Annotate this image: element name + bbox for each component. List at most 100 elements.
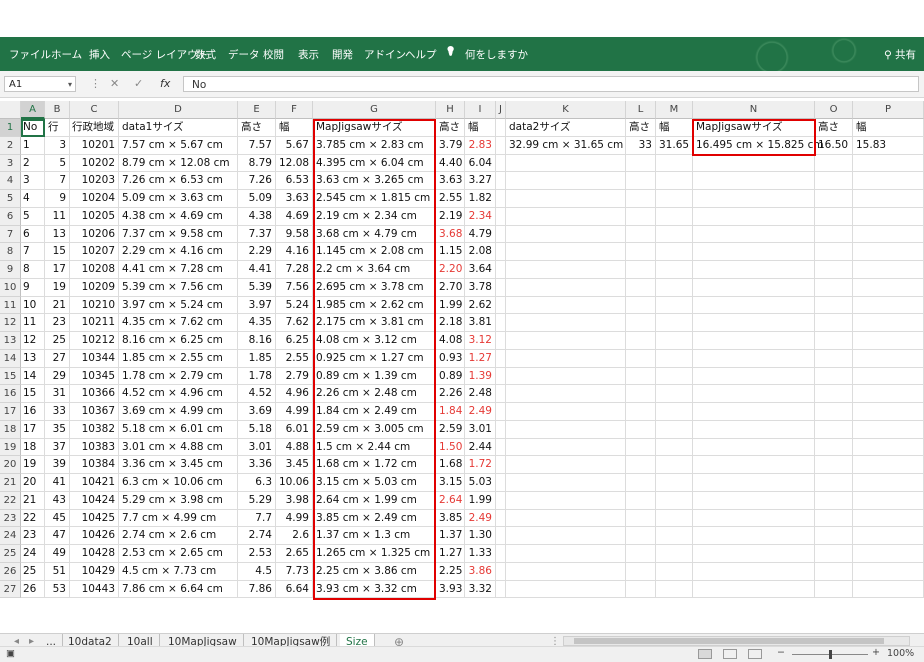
table-cell[interactable]: [626, 349, 656, 368]
table-cell[interactable]: [656, 207, 693, 226]
table-cell[interactable]: 2.53 cm × 2.65 cm: [119, 545, 238, 563]
table-cell[interactable]: 13: [45, 225, 70, 244]
table-cell[interactable]: 8.79 cm × 12.08 cm: [119, 154, 238, 173]
table-cell[interactable]: [693, 190, 815, 208]
table-cell[interactable]: [693, 278, 815, 297]
table-cell[interactable]: 1.985 cm × 2.62 cm: [313, 296, 436, 315]
table-cell[interactable]: 4.38 cm × 4.69 cm: [119, 207, 238, 226]
table-cell[interactable]: 5.03: [465, 474, 496, 492]
row-header[interactable]: 10: [0, 278, 21, 297]
table-cell[interactable]: [853, 314, 924, 332]
table-cell[interactable]: [506, 225, 626, 244]
table-cell[interactable]: 45: [45, 509, 70, 528]
table-cell[interactable]: [656, 385, 693, 403]
table-cell[interactable]: 5.39: [238, 278, 276, 297]
table-cell[interactable]: 25: [45, 332, 70, 350]
table-cell[interactable]: 2.26: [436, 385, 465, 403]
table-cell[interactable]: [693, 154, 815, 173]
table-cell[interactable]: 10204: [70, 190, 119, 208]
table-cell[interactable]: 14: [21, 367, 45, 386]
table-cell[interactable]: 32.99 cm × 31.65 cm: [506, 136, 626, 155]
table-cell[interactable]: 7.7 cm × 4.99 cm: [119, 509, 238, 528]
table-cell[interactable]: 1.39: [465, 367, 496, 386]
row-header[interactable]: 11: [0, 296, 21, 315]
table-cell[interactable]: [656, 367, 693, 386]
table-cell[interactable]: 6.64: [276, 580, 313, 599]
table-cell[interactable]: 2.20: [436, 261, 465, 279]
table-cell[interactable]: 8: [21, 261, 45, 279]
row-header[interactable]: 15: [0, 367, 21, 386]
column-header-D[interactable]: D: [119, 101, 238, 119]
row-header[interactable]: 2: [0, 136, 21, 155]
table-cell[interactable]: 1.82: [465, 190, 496, 208]
table-cell[interactable]: 0.925 cm × 1.27 cm: [313, 349, 436, 368]
table-cell[interactable]: 29: [45, 367, 70, 386]
ribbon-tab-0[interactable]: ファイル: [9, 47, 51, 62]
table-cell[interactable]: [693, 438, 815, 457]
table-cell[interactable]: 2.83: [465, 136, 496, 155]
column-header-L[interactable]: L: [626, 101, 656, 119]
table-cell[interactable]: [656, 580, 693, 599]
table-cell[interactable]: 2.26 cm × 2.48 cm: [313, 385, 436, 403]
table-cell[interactable]: 12: [21, 332, 45, 350]
table-cell[interactable]: 1.265 cm × 1.325 cm: [313, 545, 436, 563]
table-cell[interactable]: [496, 403, 506, 421]
table-cell[interactable]: 7.57: [238, 136, 276, 155]
table-cell[interactable]: 9.58: [276, 225, 313, 244]
table-cell[interactable]: 3.78: [465, 278, 496, 297]
table-cell[interactable]: [496, 190, 506, 208]
header-cell[interactable]: 幅: [276, 119, 313, 137]
macro-record-icon[interactable]: ▣: [6, 648, 15, 659]
table-cell[interactable]: 2.55: [276, 349, 313, 368]
table-cell[interactable]: 2.74: [238, 527, 276, 545]
table-cell[interactable]: 10208: [70, 261, 119, 279]
table-cell[interactable]: [815, 474, 853, 492]
table-cell[interactable]: [693, 403, 815, 421]
table-cell[interactable]: [815, 296, 853, 315]
formula-input[interactable]: No: [183, 76, 919, 92]
table-cell[interactable]: [656, 562, 693, 581]
table-cell[interactable]: [815, 278, 853, 297]
table-cell[interactable]: 3.98: [276, 491, 313, 510]
table-cell[interactable]: 2.59: [436, 420, 465, 439]
table-cell[interactable]: [496, 261, 506, 279]
table-cell[interactable]: [626, 367, 656, 386]
table-cell[interactable]: [693, 367, 815, 386]
table-cell[interactable]: 5.09: [238, 190, 276, 208]
row-header[interactable]: 20: [0, 456, 21, 474]
table-cell[interactable]: [693, 509, 815, 528]
table-cell[interactable]: 1.30: [465, 527, 496, 545]
row-header[interactable]: 3: [0, 154, 21, 173]
table-cell[interactable]: [626, 261, 656, 279]
table-cell[interactable]: 2.70: [436, 278, 465, 297]
table-cell[interactable]: [693, 172, 815, 190]
table-cell[interactable]: [693, 527, 815, 545]
table-cell[interactable]: 1.145 cm × 2.08 cm: [313, 243, 436, 261]
table-cell[interactable]: 3.68: [436, 225, 465, 244]
table-cell[interactable]: [656, 172, 693, 190]
table-cell[interactable]: [496, 562, 506, 581]
table-cell[interactable]: 2.59 cm × 3.005 cm: [313, 420, 436, 439]
row-header[interactable]: 27: [0, 580, 21, 599]
table-cell[interactable]: [693, 349, 815, 368]
table-cell[interactable]: 31.65: [656, 136, 693, 155]
column-header-M[interactable]: M: [656, 101, 693, 119]
table-cell[interactable]: 9: [21, 278, 45, 297]
table-cell[interactable]: [853, 562, 924, 581]
insert-function-icon[interactable]: fx: [160, 77, 170, 90]
table-cell[interactable]: 6.25: [276, 332, 313, 350]
table-cell[interactable]: [815, 367, 853, 386]
row-header[interactable]: 4: [0, 172, 21, 190]
header-cell[interactable]: [496, 119, 506, 137]
table-cell[interactable]: 3.12: [465, 332, 496, 350]
table-cell[interactable]: 22: [21, 509, 45, 528]
ribbon-tab-4[interactable]: 数式: [195, 47, 216, 62]
table-cell[interactable]: [626, 172, 656, 190]
table-cell[interactable]: [656, 438, 693, 457]
table-cell[interactable]: [693, 385, 815, 403]
table-cell[interactable]: 23: [45, 314, 70, 332]
table-cell[interactable]: 2.34: [465, 207, 496, 226]
table-cell[interactable]: [506, 420, 626, 439]
table-cell[interactable]: 18: [21, 438, 45, 457]
table-cell[interactable]: 1.99: [465, 491, 496, 510]
